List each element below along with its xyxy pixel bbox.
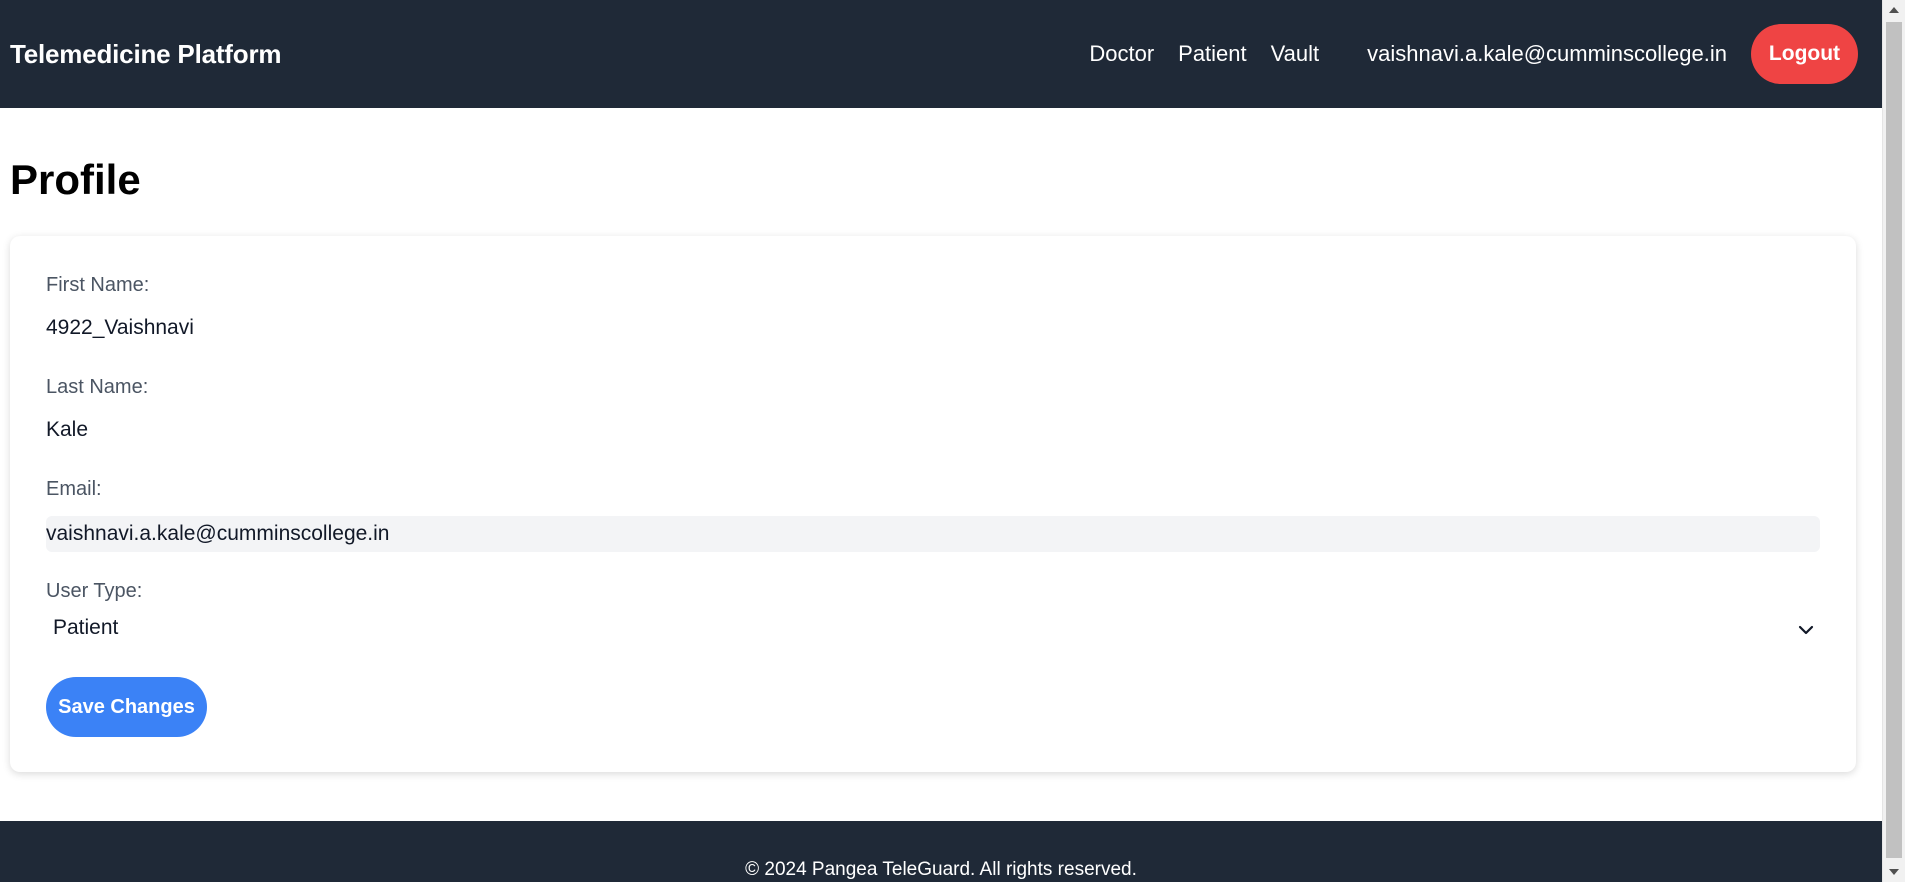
last-name-field[interactable]: Kale bbox=[46, 418, 88, 442]
footer: © 2024 Pangea TeleGuard. All rights rese… bbox=[0, 821, 1882, 882]
page-title: Profile bbox=[10, 156, 141, 203]
last-name-label: Last Name: bbox=[46, 376, 149, 398]
nav-link-patient[interactable]: Patient bbox=[1178, 41, 1247, 67]
top-navbar: Telemedicine Platform Doctor Patient Vau… bbox=[0, 0, 1882, 108]
email-label: Email: bbox=[46, 478, 102, 500]
profile-form-card: First Name: 4922_Vaishnavi Last Name: Ka… bbox=[10, 236, 1856, 772]
scroll-up-arrow-icon[interactable] bbox=[1883, 0, 1905, 20]
logout-button[interactable]: Logout bbox=[1751, 24, 1858, 84]
first-name-label: First Name: bbox=[46, 274, 150, 296]
save-changes-button[interactable]: Save Changes bbox=[46, 677, 207, 737]
user-email: vaishnavi.a.kale@cumminscollege.in bbox=[1367, 41, 1727, 66]
footer-copyright: © 2024 Pangea TeleGuard. All rights rese… bbox=[745, 858, 1137, 880]
user-type-label: User Type: bbox=[46, 580, 143, 602]
main-nav: Doctor Patient Vault vaishnavi.a.kale@cu… bbox=[1089, 24, 1858, 84]
scrollbar-thumb[interactable] bbox=[1886, 22, 1902, 858]
user-type-selected-value: Patient bbox=[53, 616, 119, 639]
chevron-down-icon bbox=[1798, 625, 1814, 635]
vertical-scrollbar[interactable] bbox=[1882, 0, 1905, 882]
user-type-select[interactable]: Patient bbox=[46, 612, 1820, 648]
first-name-field[interactable]: 4922_Vaishnavi bbox=[46, 316, 194, 340]
scroll-down-arrow-icon[interactable] bbox=[1883, 862, 1905, 882]
page: Telemedicine Platform Doctor Patient Vau… bbox=[0, 0, 1905, 882]
email-field[interactable] bbox=[46, 516, 1820, 552]
brand-title[interactable]: Telemedicine Platform bbox=[10, 39, 281, 70]
nav-link-doctor[interactable]: Doctor bbox=[1089, 41, 1154, 67]
nav-link-vault[interactable]: Vault bbox=[1271, 41, 1320, 67]
